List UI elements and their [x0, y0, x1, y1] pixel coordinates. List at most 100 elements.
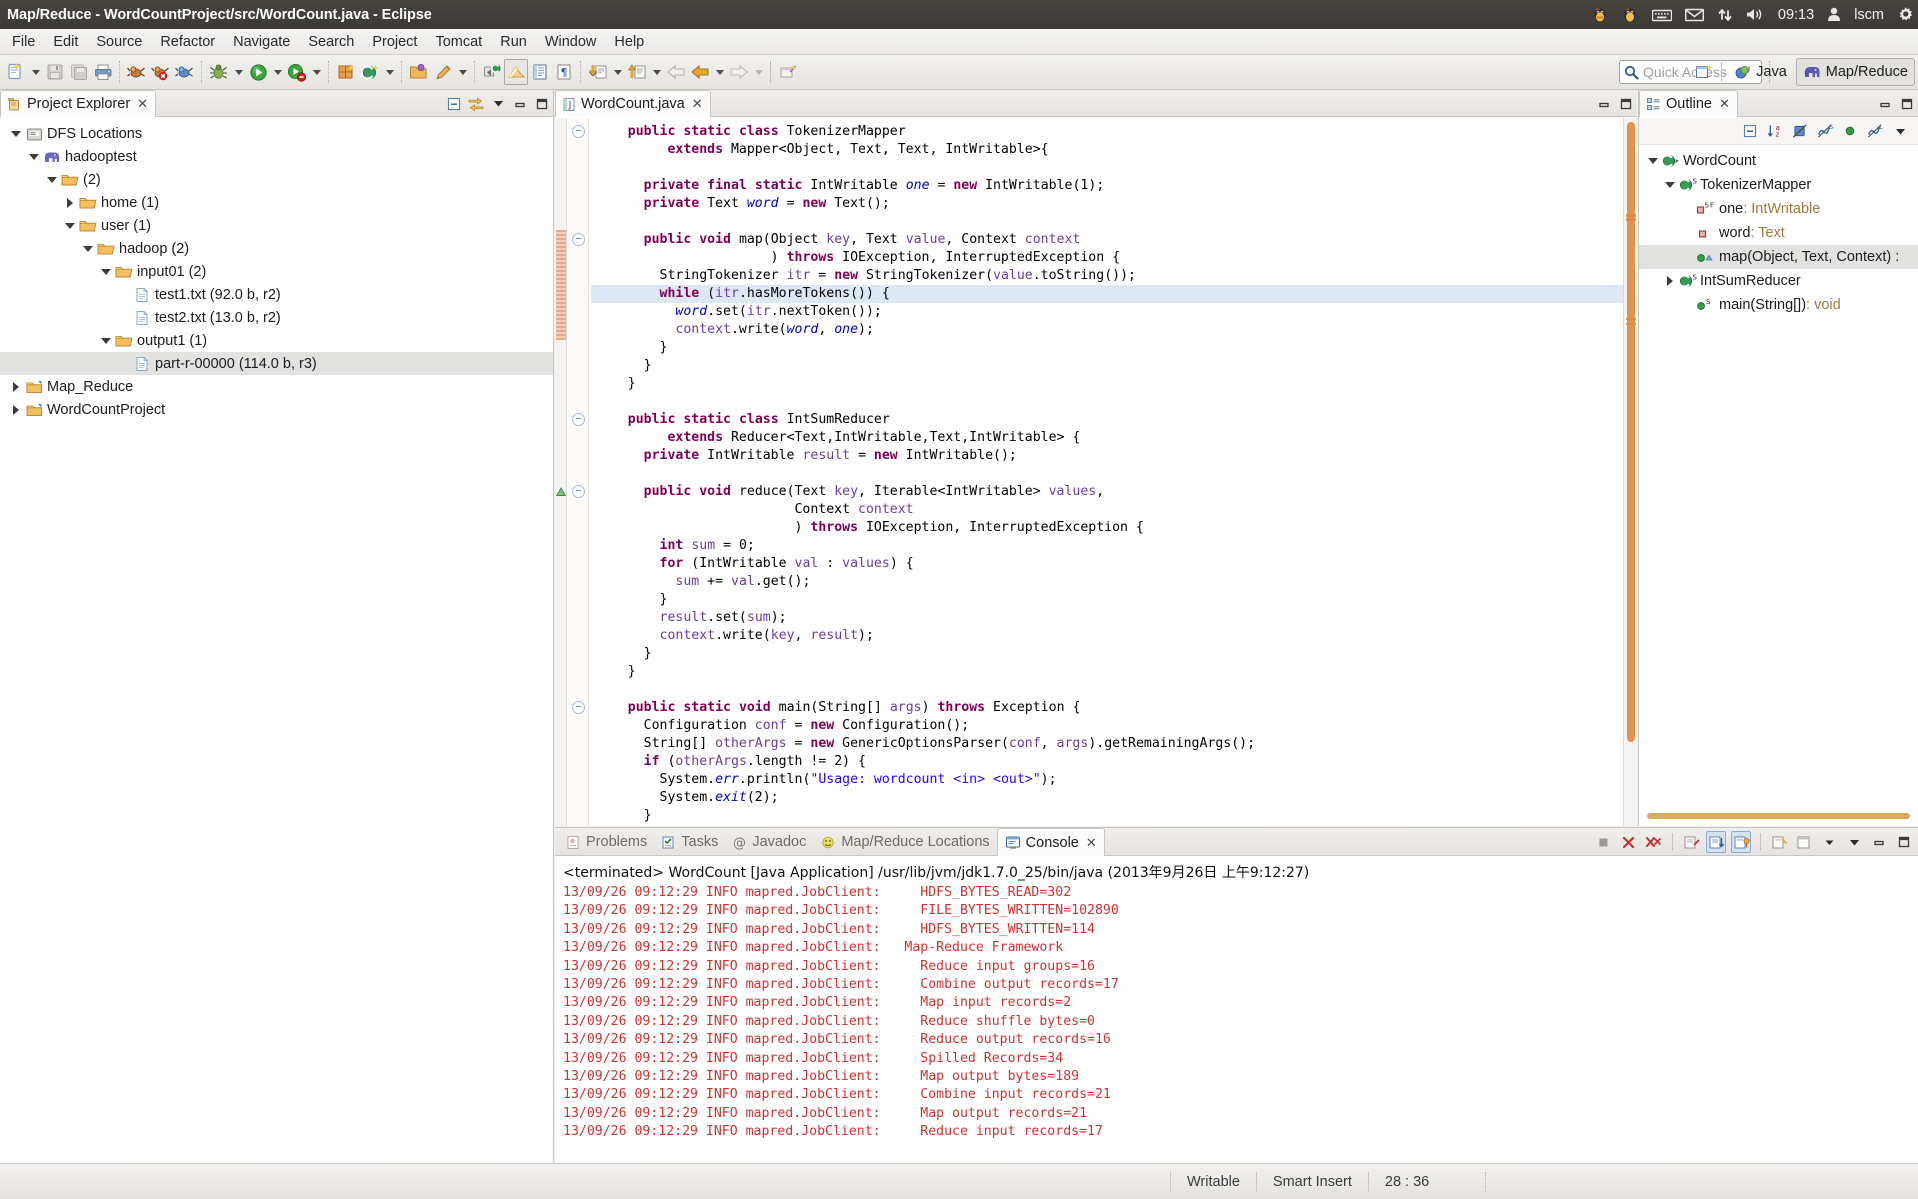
vertical-scrollbar-thumb[interactable]: [1627, 122, 1635, 742]
folding-ruler[interactable]: − − − − −: [568, 118, 589, 826]
collapse-all-icon[interactable]: [1742, 123, 1758, 139]
tree-item[interactable]: WordCountProject: [0, 398, 553, 421]
view-menu-icon[interactable]: [490, 96, 506, 112]
new-wizard-dropdown[interactable]: [28, 59, 43, 85]
tab-console[interactable]: Console ✕: [996, 828, 1105, 856]
menu-edit[interactable]: Edit: [44, 31, 87, 53]
outline-item[interactable]: S IntSumReducer: [1639, 269, 1918, 293]
minimize-icon[interactable]: [1869, 831, 1889, 853]
chevron-down-icon[interactable]: [1819, 831, 1839, 853]
maximize-icon[interactable]: [1618, 96, 1634, 112]
minimize-icon[interactable]: [1596, 96, 1612, 112]
maximize-icon[interactable]: [534, 96, 550, 112]
gear-icon[interactable]: [1897, 6, 1914, 23]
keyboard-icon[interactable]: [1651, 8, 1672, 22]
tab-project-explorer[interactable]: Project Explorer ✕: [0, 90, 157, 117]
open-console-icon[interactable]: [1794, 831, 1814, 853]
terminate-icon[interactable]: [1593, 831, 1613, 853]
perspective-mapreduce[interactable]: Map/Reduce: [1795, 58, 1915, 86]
close-icon[interactable]: ✕: [137, 96, 148, 112]
twisty-open-icon[interactable]: [98, 260, 114, 283]
mapreduce-perspective-button[interactable]: [504, 59, 528, 85]
twisty-open-icon[interactable]: [26, 145, 42, 168]
edit-button[interactable]: [431, 59, 455, 85]
override-marker-icon[interactable]: [556, 487, 566, 497]
edit-dropdown[interactable]: [455, 59, 470, 85]
run-dropdown[interactable]: [270, 59, 285, 85]
menu-file[interactable]: File: [3, 31, 44, 53]
toggle-markoccurrences-button[interactable]: ¶: [552, 59, 576, 85]
twisty-open-icon[interactable]: [98, 329, 114, 352]
menu-navigate[interactable]: Navigate: [224, 31, 299, 53]
fold-collapse-icon[interactable]: −: [572, 701, 585, 714]
tab-wordcount-java[interactable]: J WordCount.java ✕: [555, 90, 711, 117]
back-button[interactable]: [664, 59, 688, 85]
menu-run[interactable]: Run: [491, 31, 536, 53]
hide-fields-icon[interactable]: [1792, 123, 1808, 139]
sort-icon[interactable]: a z: [1767, 123, 1783, 139]
close-icon[interactable]: ✕: [1086, 835, 1097, 851]
twisty-closed-icon[interactable]: [8, 398, 24, 421]
next-annotation-button[interactable]: [586, 59, 610, 85]
pidgin-icon[interactable]: [1592, 6, 1609, 23]
collapse-all-icon[interactable]: [446, 96, 462, 112]
clear-console-icon[interactable]: [1681, 831, 1701, 853]
forward-button[interactable]: [727, 59, 751, 85]
tree-item[interactable]: user (1): [0, 214, 553, 237]
outline-item[interactable]: word : Text: [1639, 221, 1918, 245]
fold-collapse-icon[interactable]: −: [572, 125, 585, 138]
code-text-area[interactable]: public static class TokenizerMapper exte…: [591, 118, 1623, 826]
run-external-tools-button[interactable]: [285, 59, 309, 85]
pin-console-icon[interactable]: [1731, 831, 1751, 853]
new-java-dropdown[interactable]: [382, 59, 397, 85]
save-button[interactable]: [43, 59, 67, 85]
tab-problems[interactable]: Problems: [559, 828, 654, 856]
twisty-closed-icon[interactable]: [1662, 270, 1678, 293]
print-button[interactable]: [91, 59, 115, 85]
close-icon[interactable]: ✕: [692, 96, 703, 112]
hide-local-icon[interactable]: L: [1867, 123, 1883, 139]
menu-search[interactable]: Search: [299, 31, 363, 53]
outline-item[interactable]: WordCount: [1639, 149, 1918, 173]
twisty-open-icon[interactable]: [8, 122, 24, 145]
twisty-open-icon[interactable]: [80, 237, 96, 260]
tab-javadoc[interactable]: @ Javadoc: [725, 828, 813, 856]
back-dropdown[interactable]: [712, 59, 727, 85]
network-icon[interactable]: [1717, 7, 1733, 23]
menu-refactor[interactable]: Refactor: [151, 31, 224, 53]
console-output[interactable]: <terminated> WordCount [Java Application…: [555, 857, 1918, 1163]
forward-history-button[interactable]: [688, 59, 712, 85]
ant-build-config-button[interactable]: [173, 59, 197, 85]
qq-icon[interactable]: [1622, 6, 1639, 23]
outline-item[interactable]: map(Object, Text, Context) :: [1639, 245, 1918, 269]
debug-button[interactable]: [207, 59, 231, 85]
run-ant-build-button[interactable]: [125, 59, 149, 85]
menu-help[interactable]: Help: [605, 31, 653, 53]
prev-annotation-button[interactable]: [625, 59, 649, 85]
volume-icon[interactable]: [1746, 7, 1765, 22]
tree-item[interactable]: DFS Locations: [0, 122, 553, 145]
new-wizard-button[interactable]: [4, 59, 28, 85]
annotation-ruler[interactable]: [555, 118, 567, 826]
tree-item[interactable]: home (1): [0, 191, 553, 214]
hide-static-icon[interactable]: S: [1817, 123, 1833, 139]
remove-all-launches-icon[interactable]: [1643, 831, 1663, 853]
tree-item[interactable]: (2): [0, 168, 553, 191]
twisty-closed-icon[interactable]: [8, 375, 24, 398]
prev-annotation-dropdown[interactable]: [649, 59, 664, 85]
tree-item[interactable]: hadooptest: [0, 145, 553, 168]
outline-item[interactable]: Smain(String[]) : void: [1639, 293, 1918, 317]
fold-collapse-icon[interactable]: −: [572, 413, 585, 426]
twisty-open-icon[interactable]: [1645, 150, 1661, 173]
tab-outline[interactable]: Outline ✕: [1639, 90, 1738, 117]
overview-ruler[interactable]: [1623, 118, 1637, 826]
link-with-editor-icon[interactable]: [468, 96, 484, 112]
menu-project[interactable]: Project: [363, 31, 426, 53]
view-menu-icon[interactable]: [1844, 831, 1864, 853]
tree-item[interactable]: output1 (1): [0, 329, 553, 352]
outline-tree[interactable]: WordCount S TokenizerMapper S Fone : IntWrit…: [1639, 146, 1918, 804]
tree-item[interactable]: test1.txt (92.0 b, r2): [0, 283, 553, 306]
run-external-dropdown[interactable]: [309, 59, 324, 85]
username[interactable]: lscm: [1854, 7, 1884, 23]
twisty-open-icon[interactable]: [44, 168, 60, 191]
